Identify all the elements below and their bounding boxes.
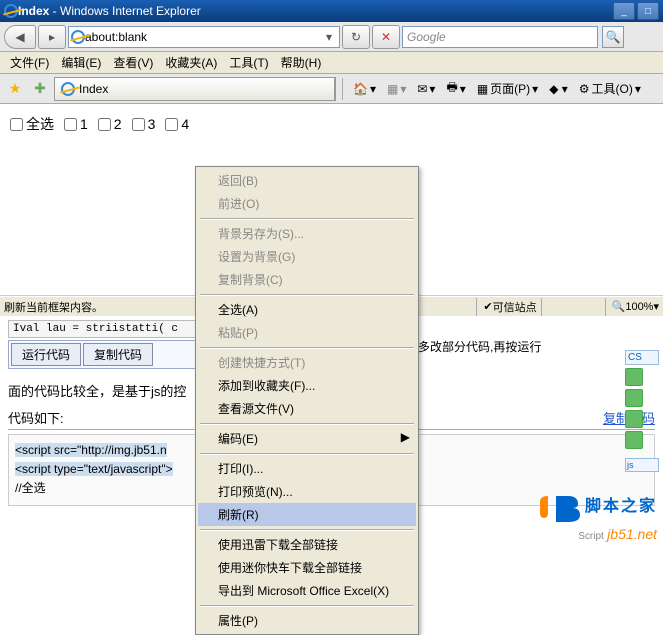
status-text: 刷新当前框架内容。 [4, 299, 103, 315]
checkbox-3[interactable]: 3 [132, 116, 156, 132]
hint-text: 多改部分代码,再按运行 [418, 320, 541, 355]
status-spacer [541, 298, 601, 316]
page-menu-button[interactable]: ▦ 页面(P) ▾ [473, 78, 542, 100]
ctx-print-preview[interactable]: 打印预览(N)... [198, 480, 416, 503]
zoom-control[interactable]: 🔍 100% ▾ [605, 298, 659, 316]
stop-button[interactable]: ✕ [372, 25, 400, 49]
address-bar[interactable]: ▾ [68, 26, 340, 48]
ctx-set-as-bg: 设置为背景(G) [198, 245, 416, 268]
site-logo: 脚本之家 Script jb51.net [538, 490, 657, 542]
page-icon [71, 30, 85, 44]
checkbox-4[interactable]: 4 [165, 116, 189, 132]
ctx-sep [200, 347, 414, 348]
ctx-sep [200, 218, 414, 219]
select-all-checkbox[interactable]: 全选 [10, 114, 54, 134]
toolbar: ★ ✚ Index 🏠 ▾ ▦ ▾ ✉ ▾ 🖶 ▾ ▦ 页面(P) ▾ ◆ ▾ … [0, 74, 663, 104]
logo-domain: jb51.net [607, 526, 657, 542]
copy-code-button[interactable]: 复制代码 [83, 343, 153, 366]
ctx-sep [200, 605, 414, 606]
badge-4[interactable] [625, 431, 643, 449]
tab-label: Index [79, 82, 108, 96]
menu-file[interactable]: 文件(F) [4, 52, 55, 73]
ctx-refresh[interactable]: 刷新(R) [198, 503, 416, 526]
menu-view[interactable]: 查看(V) [107, 52, 159, 73]
back-button[interactable]: ◀ [4, 25, 36, 49]
url-input[interactable] [85, 30, 321, 44]
add-favorite-icon[interactable]: ✚ [29, 78, 51, 100]
maximize-button[interactable]: □ [637, 2, 659, 20]
ctx-properties[interactable]: 属性(P) [198, 609, 416, 632]
menu-favorites[interactable]: 收藏夹(A) [159, 52, 223, 73]
ctx-kuaiche-download-all[interactable]: 使用迷你快车下载全部链接 [198, 556, 416, 579]
logo-icon [538, 490, 582, 526]
tab-index[interactable]: Index [55, 78, 335, 100]
run-code-button[interactable]: 运行代码 [11, 343, 81, 366]
tab-page-icon [61, 82, 75, 96]
ctx-view-source[interactable]: 查看源文件(V) [198, 397, 416, 420]
submenu-arrow-icon: ▶ [401, 430, 410, 444]
ctx-sep [200, 453, 414, 454]
tools-menu-button[interactable]: ⚙ 工具(O) ▾ [575, 78, 645, 100]
trusted-zone[interactable]: ✔ 可信站点 [476, 298, 536, 316]
menu-help[interactable]: 帮助(H) [275, 52, 328, 73]
print-button[interactable]: 🖶 ▾ [442, 78, 469, 100]
ctx-encoding[interactable]: 编码(E)▶ [198, 427, 416, 450]
side-badges: CS js [625, 350, 659, 472]
ctx-print[interactable]: 打印(I)... [198, 457, 416, 480]
menu-tools[interactable]: 工具(T) [223, 52, 274, 73]
badge-2[interactable] [625, 389, 643, 407]
css-badge[interactable]: CS [625, 350, 659, 365]
toolbar-separator [342, 78, 343, 100]
logo-name: 脚本之家 [585, 498, 657, 515]
search-input[interactable] [407, 30, 593, 44]
ctx-save-bg-as: 背景另存为(S)... [198, 222, 416, 245]
window-titlebar: Index - Windows Internet Explorer _ □ [0, 0, 663, 22]
ctx-copy-bg: 复制背景(C) [198, 268, 416, 291]
ctx-paste: 粘贴(P) [198, 321, 416, 344]
checkbox-2[interactable]: 2 [98, 116, 122, 132]
logo-script: Script [578, 531, 604, 542]
read-mail-button[interactable]: ✉ ▾ [413, 78, 439, 100]
ctx-back: 返回(B) [198, 169, 416, 192]
ctx-create-shortcut: 创建快捷方式(T) [198, 351, 416, 374]
badge-3[interactable] [625, 410, 643, 428]
tab-bar: Index [54, 77, 336, 101]
badge-1[interactable] [625, 368, 643, 386]
favorites-icon[interactable]: ★ [4, 78, 26, 100]
ctx-add-to-favorites[interactable]: 添加到收藏夹(F)... [198, 374, 416, 397]
checkbox-row: 全选 1 2 3 4 [10, 114, 653, 134]
ctx-thunder-download-all[interactable]: 使用迅雷下载全部链接 [198, 533, 416, 556]
ctx-forward: 前进(O) [198, 192, 416, 215]
feeds-button[interactable]: ▦ ▾ [383, 78, 410, 100]
ctx-sep [200, 529, 414, 530]
ctx-export-excel[interactable]: 导出到 Microsoft Office Excel(X) [198, 579, 416, 602]
safety-button[interactable]: ◆ ▾ [545, 78, 572, 100]
checkbox-1[interactable]: 1 [64, 116, 88, 132]
window-title: Index - Windows Internet Explorer [18, 4, 201, 18]
ctx-select-all[interactable]: 全选(A) [198, 298, 416, 321]
home-button[interactable]: 🏠 ▾ [349, 78, 380, 100]
url-dropdown-icon[interactable]: ▾ [321, 30, 337, 44]
forward-button[interactable]: ▸ [38, 25, 66, 49]
search-box[interactable] [402, 26, 598, 48]
refresh-button[interactable]: ↻ [342, 25, 370, 49]
ie-icon [4, 4, 18, 18]
ctx-sep [200, 294, 414, 295]
code-header-label: 代码如下: [8, 408, 64, 427]
search-button[interactable]: 🔍 [602, 26, 624, 48]
menu-bar: 文件(F) 编辑(E) 查看(V) 收藏夹(A) 工具(T) 帮助(H) [0, 52, 663, 74]
menu-edit[interactable]: 编辑(E) [55, 52, 107, 73]
navigation-bar: ◀ ▸ ▾ ↻ ✕ 🔍 [0, 22, 663, 52]
select-all-input[interactable] [10, 118, 23, 131]
js-badge[interactable]: js [625, 458, 659, 472]
ctx-sep [200, 423, 414, 424]
context-menu: 返回(B) 前进(O) 背景另存为(S)... 设置为背景(G) 复制背景(C)… [195, 166, 419, 635]
minimize-button[interactable]: _ [613, 2, 635, 20]
